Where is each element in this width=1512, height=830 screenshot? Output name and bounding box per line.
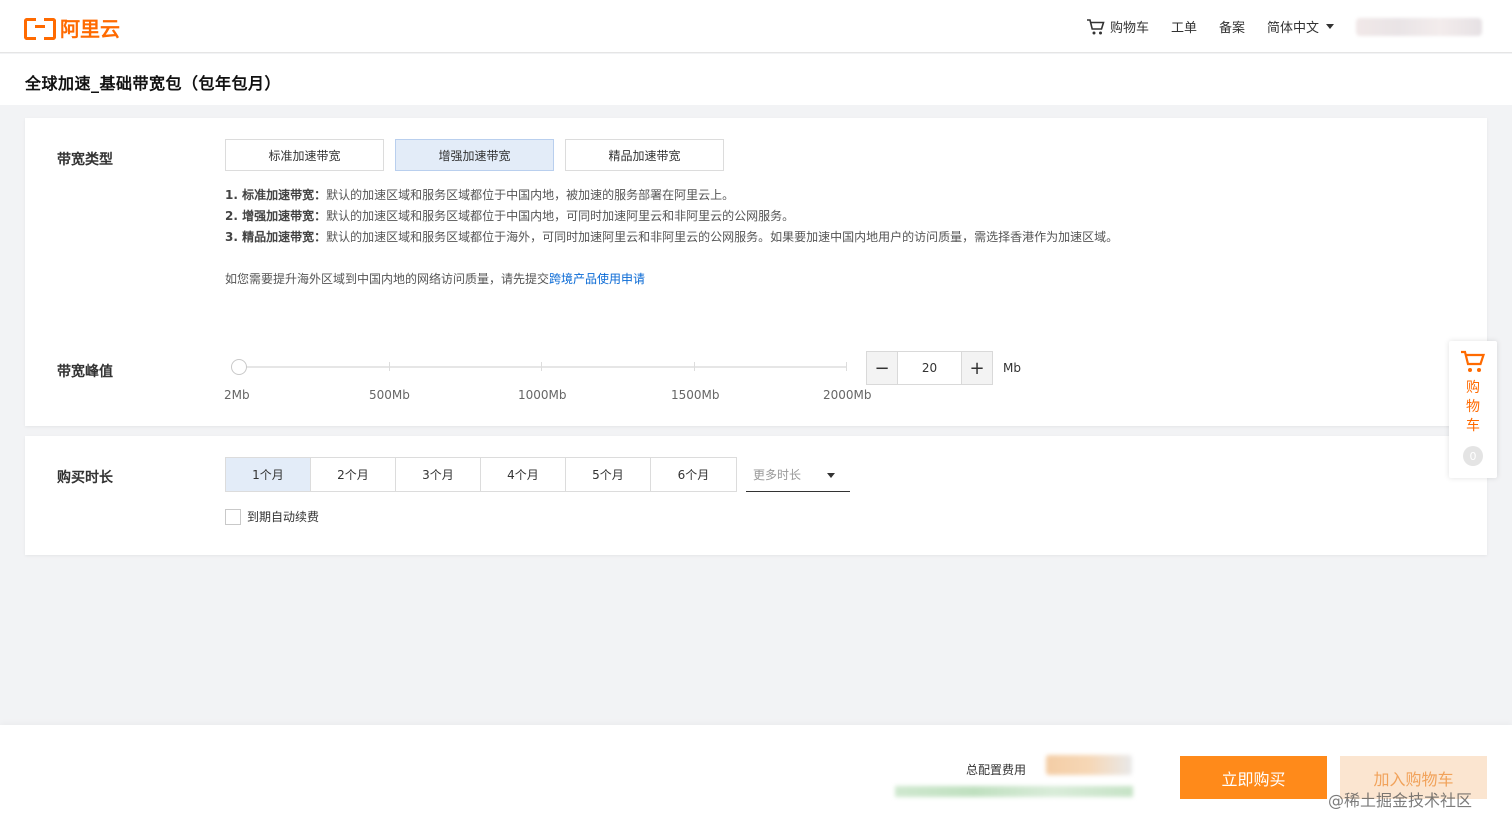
bandwidth-type-standard[interactable]: 标准加速带宽 <box>225 139 384 171</box>
logo-text: 阿里云 <box>60 16 120 41</box>
nav-cart-label: 购物车 <box>1109 21 1149 36</box>
duration-card: 购买时长 1个月 2个月 3个月 4个月 5个月 6个月 更多时长 到期自动续费 <box>25 436 1487 555</box>
cart-count-badge: 0 <box>1463 446 1483 466</box>
desc-text: 默认的加速区域和服务区域都位于海外，可同时加速阿里云和非阿里云的公网服务。如果要… <box>326 230 1119 244</box>
increment-button[interactable]: + <box>962 352 992 384</box>
bandwidth-type-desc-3: 3. 精品加速带宽：默认的加速区域和服务区域都位于海外，可同时加速阿里云和非阿里… <box>225 228 1118 245</box>
price-detail-blurred <box>895 786 1133 797</box>
decrement-button[interactable]: − <box>867 352 897 384</box>
nav-ticket[interactable]: 工单 <box>1171 17 1197 36</box>
total-price-blurred <box>1046 755 1132 775</box>
desc-term: 2. 增强加速带宽： <box>225 209 327 223</box>
auto-renew-option[interactable]: 到期自动续费 <box>225 508 319 525</box>
slider-label-500mb: 500Mb <box>369 388 410 402</box>
bandwidth-type-premium[interactable]: 精品加速带宽 <box>565 139 724 171</box>
chevron-down-icon <box>827 473 835 478</box>
desc-term: 1. 标准加速带宽： <box>225 188 327 202</box>
bandwidth-slider-handle[interactable] <box>231 359 247 375</box>
floating-cart-label: 购物车 <box>1466 380 1480 434</box>
language-switcher[interactable]: 简体中文 <box>1267 17 1334 36</box>
bandwidth-stepper: − 20 + <box>866 351 993 385</box>
cross-border-apply-link[interactable]: 跨境产品使用申请 <box>549 272 645 286</box>
total-cost-label: 总配置费用 <box>966 763 1027 777</box>
bandwidth-type-desc-1: 1. 标准加速带宽：默认的加速区域和服务区域都位于中国内地，被加速的服务部署在阿… <box>225 186 734 203</box>
duration-option-6[interactable]: 6个月 <box>651 458 736 491</box>
duration-option-4[interactable]: 4个月 <box>481 458 566 491</box>
slider-tick <box>694 362 695 371</box>
checkout-bar: 总配置费用 立即购买 加入购物车 @稀土掘金技术社区 <box>0 725 1512 830</box>
slider-tick <box>389 362 390 371</box>
nav-filing-label: 备案 <box>1218 21 1245 36</box>
nav-ticket-label: 工单 <box>1170 21 1197 36</box>
chevron-down-icon <box>1326 24 1334 29</box>
top-nav-menu: 购物车 工单 备案 简体中文 <box>1086 0 1482 53</box>
slider-label-2mb: 2Mb <box>224 388 250 402</box>
duration-label: 购买时长 <box>57 470 113 486</box>
desc-text: 默认的加速区域和服务区域都位于中国内地，可同时加速阿里云和非阿里云的公网服务。 <box>326 209 795 223</box>
slider-tick <box>541 362 542 371</box>
slider-label-1000mb: 1000Mb <box>518 388 567 402</box>
duration-tabs: 1个月 2个月 3个月 4个月 5个月 6个月 <box>225 457 737 492</box>
bandwidth-unit: Mb <box>1003 361 1021 375</box>
duration-option-5[interactable]: 5个月 <box>566 458 651 491</box>
duration-option-3[interactable]: 3个月 <box>396 458 481 491</box>
auto-renew-label: 到期自动续费 <box>247 510 320 524</box>
cross-border-note: 如您需要提升海外区域到中国内地的网络访问质量，请先提交跨境产品使用申请 <box>225 270 645 287</box>
more-duration-placeholder: 更多时长 <box>753 467 802 482</box>
slider-label-1500mb: 1500Mb <box>671 388 720 402</box>
nav-filing[interactable]: 备案 <box>1219 17 1245 36</box>
slider-tick <box>846 362 847 371</box>
buy-now-button[interactable]: 立即购买 <box>1180 756 1327 799</box>
language-label: 简体中文 <box>1266 21 1319 36</box>
top-navigation: 阿里云 购物车 工单 备案 简体中文 <box>0 0 1512 53</box>
desc-term: 3. 精品加速带宽： <box>225 230 327 244</box>
bandwidth-type-label: 带宽类型 <box>57 152 113 168</box>
page-title-bar: 全球加速_基础带宽包（包年包月） <box>0 54 1512 105</box>
duration-option-1[interactable]: 1个月 <box>226 458 311 491</box>
cart-icon <box>1086 18 1105 34</box>
bandwidth-slider-track[interactable] <box>237 362 847 371</box>
bandwidth-type-desc-2: 2. 增强加速带宽：默认的加速区域和服务区域都位于中国内地，可同时加速阿里云和非… <box>225 207 794 224</box>
duration-option-2[interactable]: 2个月 <box>311 458 396 491</box>
auto-renew-checkbox[interactable] <box>225 508 241 525</box>
slider-label-2000mb: 2000Mb <box>823 388 872 402</box>
more-duration-select[interactable]: 更多时长 <box>746 457 850 492</box>
cart-icon <box>1461 350 1486 372</box>
watermark: @稀土掘金技术社区 <box>1328 791 1473 810</box>
bandwidth-type-enhanced[interactable]: 增强加速带宽 <box>395 139 554 171</box>
nav-cart[interactable]: 购物车 <box>1086 17 1149 36</box>
page-title: 全球加速_基础带宽包（包年包月） <box>25 74 282 93</box>
aliyun-logo[interactable]: 阿里云 <box>24 14 120 41</box>
bandwidth-peak-label: 带宽峰值 <box>57 364 113 380</box>
cross-border-note-text: 如您需要提升海外区域到中国内地的网络访问质量，请先提交 <box>225 272 550 286</box>
floating-cart[interactable]: 购物车 0 <box>1449 341 1497 478</box>
bandwidth-value-input[interactable]: 20 <box>897 352 962 384</box>
bandwidth-config-card: 带宽类型 标准加速带宽 增强加速带宽 精品加速带宽 1. 标准加速带宽：默认的加… <box>25 118 1487 426</box>
desc-text: 默认的加速区域和服务区域都位于中国内地，被加速的服务部署在阿里云上。 <box>326 188 735 202</box>
aliyun-logo-icon <box>24 16 56 40</box>
user-account-blurred[interactable] <box>1356 17 1482 36</box>
